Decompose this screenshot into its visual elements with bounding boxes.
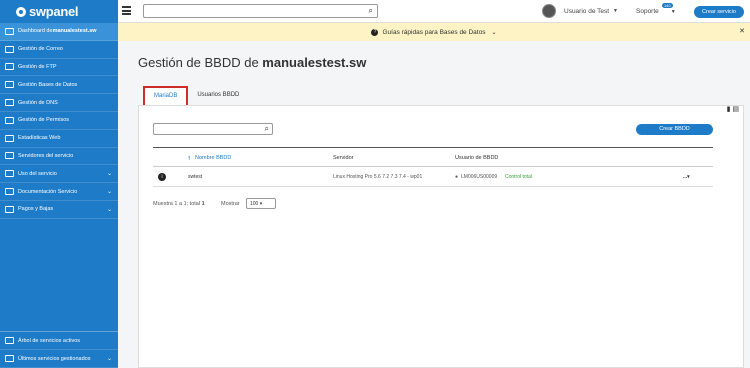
sidebar-item-ftp[interactable]: Gestión de FTP: [0, 59, 118, 77]
column-header-name[interactable]: Nombre BBDD: [195, 155, 231, 161]
search-icon[interactable]: ⌕: [265, 124, 269, 134]
cell-name: swtest: [188, 174, 203, 180]
permissions-icon: [5, 116, 14, 124]
sidebar-item-dashboard[interactable]: Dashboard de manualestest.sw: [0, 23, 118, 41]
logo-icon: [16, 6, 26, 17]
chevron-down-icon: ⌄: [491, 29, 497, 36]
table-search-input[interactable]: ⌕: [153, 123, 273, 135]
sidebar-item-docs[interactable]: Documentación Servicio ⌄: [0, 183, 118, 201]
avatar: [542, 4, 556, 18]
tab-mariadb[interactable]: MariaDB: [143, 86, 189, 106]
search-input[interactable]: ⌕: [143, 4, 378, 18]
search-icon[interactable]: ⌕: [369, 6, 373, 16]
pie-chart-icon: [5, 134, 14, 142]
databases-panel: ▮ ▤ ⌕ Crear BBDD 🠕 Nombre BBDD Servidor …: [138, 106, 744, 368]
column-header-server[interactable]: Servidor: [333, 155, 353, 161]
dashboard-icon: [5, 27, 14, 35]
row-actions-menu[interactable]: ...▾: [683, 174, 690, 180]
status-dot-icon: ●: [455, 174, 459, 180]
chevron-down-icon: ⌄: [106, 171, 112, 178]
sort-up-icon[interactable]: 🠕: [188, 155, 190, 164]
database-icon: [5, 81, 14, 89]
tabs: MariaDB Usuarios BBDD: [143, 86, 248, 106]
table-row: i swtest Linux Hosting Pro 5.6 7.2 7.3 7…: [153, 167, 713, 187]
brand-logo[interactable]: swpanel: [0, 0, 118, 23]
column-header-user[interactable]: Usuario de BBDD: [455, 155, 498, 161]
pdf-icon[interactable]: ▮: [727, 106, 731, 113]
sidebar-item-dns[interactable]: Gestión de DNS: [0, 94, 118, 112]
sidebar-item-recent[interactable]: Últimos servicios gestionados ⌄: [0, 350, 118, 368]
close-icon[interactable]: ✕: [739, 27, 745, 35]
page-size-label: Mostrar: [221, 201, 240, 207]
cell-user: LM006US00009: [461, 174, 498, 180]
tree-icon: [5, 337, 14, 345]
help-banner[interactable]: ? Guías rápidas para Bases de Datos ⌄ ✕: [118, 23, 750, 41]
menu-icon[interactable]: [122, 6, 131, 15]
info-icon[interactable]: i: [158, 173, 166, 181]
tab-usuarios-bbdd[interactable]: Usuarios BBDD: [188, 86, 248, 105]
sidebar-item-stats[interactable]: Estadísticas Web: [0, 130, 118, 148]
export-tools: ▮ ▤: [727, 105, 739, 113]
create-service-button[interactable]: Crear servicio: [694, 6, 744, 18]
cell-server: Linux Hosting Pro 5.6 7.2 7.3 7.4 - wp01: [333, 174, 423, 180]
table-header: 🠕 Nombre BBDD Servidor Usuario de BBDD: [153, 147, 713, 167]
help-icon: ?: [371, 28, 379, 36]
sidebar-bottom: Árbol de servicios activos Últimos servi…: [0, 331, 118, 368]
sidebar-item-payments[interactable]: Pagos y Bajas ⌄: [0, 201, 118, 219]
chevron-down-icon: ⌄: [106, 189, 112, 196]
page-title: Gestión de BBDD de manualestest.sw: [138, 55, 367, 70]
create-database-button[interactable]: Crear BBDD: [636, 124, 713, 135]
usage-icon: [5, 170, 14, 178]
control-total-link[interactable]: Control total: [505, 174, 532, 180]
support-menu[interactable]: Soporte 140 ▼: [636, 3, 676, 15]
recent-icon: [5, 355, 14, 363]
excel-icon[interactable]: ▤: [732, 106, 739, 113]
flag-icon: [5, 99, 14, 107]
chevron-down-icon: ⌄: [106, 356, 112, 363]
sidebar-item-permissions[interactable]: Gestión de Permisos: [0, 112, 118, 130]
caret-down-icon: ▼: [613, 8, 618, 14]
topbar: ⌕ Usuario de Test ▼ Soporte 140 ▼ Crear ser…: [118, 0, 750, 23]
support-badge: 140: [662, 3, 673, 8]
caret-down-icon: ▼: [670, 9, 676, 15]
payments-icon: [5, 205, 14, 213]
server-icon: [5, 152, 14, 160]
sidebar-item-mail[interactable]: Gestión de Correo: [0, 41, 118, 59]
sidebar-item-tree[interactable]: Árbol de servicios activos: [0, 332, 118, 351]
document-icon: [5, 188, 14, 196]
sidebar-item-usage[interactable]: Uso del servicio ⌄: [0, 165, 118, 184]
pagination-summary: Muestra 1 a 1; total 1: [153, 201, 205, 207]
user-menu[interactable]: Usuario de Test ▼: [542, 4, 618, 18]
sidebar: swpanel Dashboard de manualestest.sw Ges…: [0, 0, 118, 368]
sidebar-item-databases[interactable]: Gestión Bases de Datos: [0, 76, 118, 95]
ftp-icon: [5, 63, 14, 71]
page-size-select[interactable]: 100 ▾: [246, 198, 276, 209]
chevron-down-icon: ⌄: [106, 206, 112, 213]
sidebar-item-servers[interactable]: Servidores del servicio: [0, 148, 118, 166]
mail-icon: [5, 45, 14, 53]
